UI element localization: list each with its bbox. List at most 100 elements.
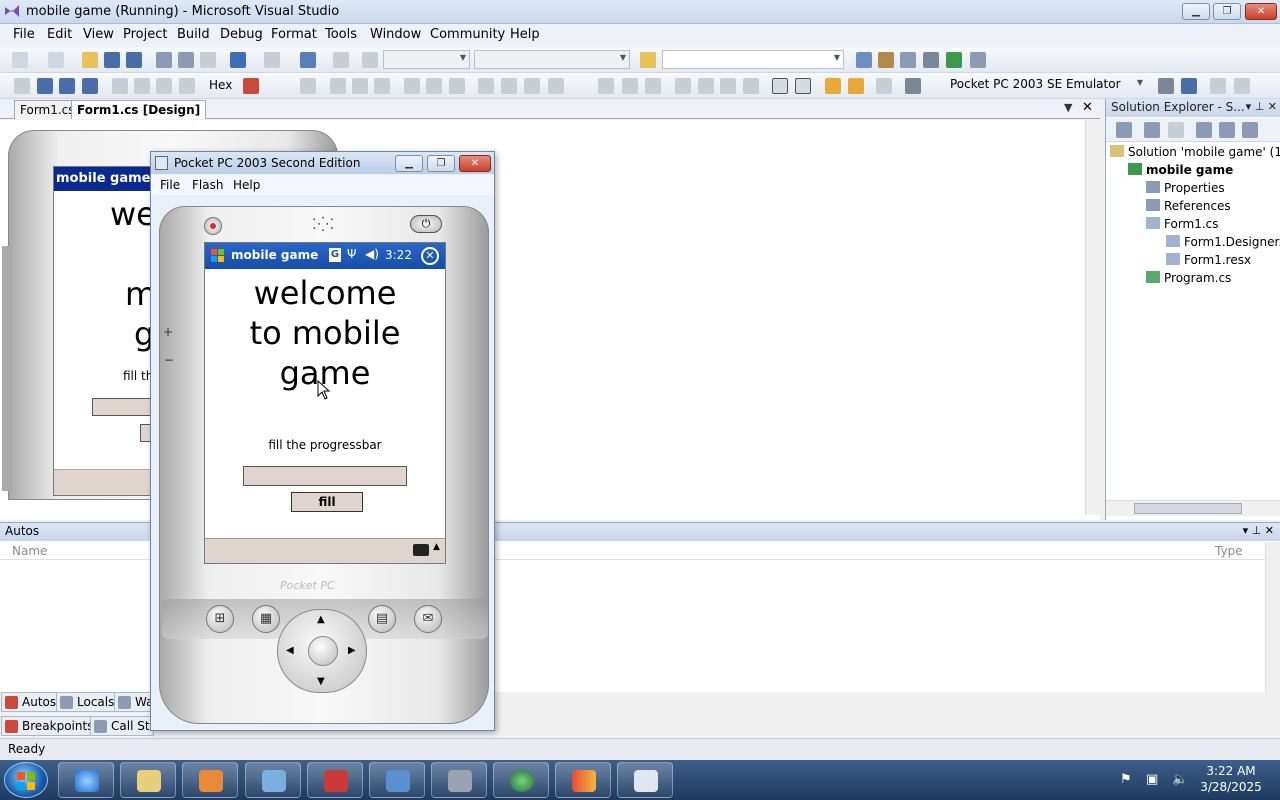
hw-contacts-button[interactable]: ▤ xyxy=(368,605,396,633)
tree-project[interactable]: mobile game xyxy=(1128,163,1233,177)
menu-help[interactable]: Help xyxy=(510,27,540,42)
tree-program-cs[interactable]: Program.cs xyxy=(1146,271,1231,285)
configuration-combo[interactable]: ▼ xyxy=(383,50,470,69)
paste-icon[interactable] xyxy=(200,52,216,68)
find-in-files-icon[interactable] xyxy=(640,52,656,68)
doc-dropdown-icon[interactable]: ▼ xyxy=(1064,101,1072,114)
hw-calendar-button[interactable]: ▦ xyxy=(252,605,280,633)
menu-file[interactable]: File xyxy=(13,27,35,42)
hw-mail-button[interactable]: ✉ xyxy=(414,605,442,633)
emulator-minimize-button[interactable]: ▁ xyxy=(395,155,423,172)
open-icon[interactable] xyxy=(82,52,98,68)
volume-icon[interactable]: 🔈 xyxy=(1172,772,1188,787)
signal-icon[interactable]: Ψ xyxy=(347,247,356,261)
toolbox-icon[interactable] xyxy=(923,52,939,68)
remove-vspacing-icon[interactable] xyxy=(743,78,759,94)
decrease-spacing-icon[interactable] xyxy=(645,78,661,94)
stop-icon[interactable] xyxy=(59,78,75,94)
properties-toolbar-icon[interactable] xyxy=(1116,122,1132,138)
taskbar-vs[interactable] xyxy=(555,762,611,798)
network-tray-icon[interactable]: ▣ xyxy=(1146,772,1158,787)
align-centers-icon[interactable] xyxy=(352,78,368,94)
breakpoints-icon[interactable] xyxy=(243,78,259,94)
tree-form1-resx[interactable]: Form1.resx xyxy=(1166,253,1251,267)
step-into-icon[interactable] xyxy=(134,78,150,94)
emulator-menu-help[interactable]: Help xyxy=(233,178,260,192)
cut-icon[interactable] xyxy=(156,52,172,68)
tree-properties[interactable]: Properties xyxy=(1146,181,1225,195)
align-rights-icon[interactable] xyxy=(374,78,390,94)
target-device-combo[interactable]: Pocket PC 2003 SE Emulator ▼ xyxy=(946,76,1146,95)
make-same-height-icon[interactable] xyxy=(501,78,517,94)
send-to-back-icon[interactable] xyxy=(848,78,864,94)
start-debug-icon[interactable] xyxy=(362,52,378,68)
device-time[interactable]: 3:22 xyxy=(385,248,412,262)
windows-start-icon[interactable] xyxy=(209,247,227,265)
power-button[interactable]: ⏻ xyxy=(410,215,442,233)
input-panel-arrow-icon[interactable]: ▲ xyxy=(433,542,440,552)
emulator-close-button[interactable]: ✕ xyxy=(459,155,491,172)
taskbar-tools[interactable] xyxy=(431,762,487,798)
tab-form1-design[interactable]: Form1.cs [Design] xyxy=(71,100,207,119)
menu-tools[interactable]: Tools xyxy=(325,27,357,42)
tab-breakpoints[interactable]: Breakpoints xyxy=(1,716,99,736)
tree-form1-cs[interactable]: Form1.cs xyxy=(1146,217,1219,231)
add-item-icon[interactable] xyxy=(48,52,64,68)
taskbar-computer[interactable] xyxy=(245,762,301,798)
dpad-up-icon[interactable]: ▲ xyxy=(317,614,325,625)
taskbar-explorer[interactable] xyxy=(120,762,176,798)
platform-combo[interactable]: ▼ xyxy=(474,50,630,69)
solution-explorer-hscroll[interactable] xyxy=(1106,500,1280,516)
autos-close-icon[interactable]: ▾ ⊥ ✕ xyxy=(1243,524,1274,537)
taskbar-ie[interactable] xyxy=(58,762,114,798)
tree-form1-designer[interactable]: Form1.Designer.cs xyxy=(1166,235,1280,249)
copy-icon[interactable] xyxy=(178,52,194,68)
emulator-menu-flash[interactable]: Flash xyxy=(192,178,223,192)
taskbar-toolbox[interactable] xyxy=(307,762,363,798)
minimize-button[interactable]: ▁ xyxy=(1182,3,1210,20)
dpad-center-button[interactable] xyxy=(308,636,338,666)
dpad-down-icon[interactable]: ▼ xyxy=(317,676,325,687)
emulator-maximize-button[interactable]: ❐ xyxy=(427,155,455,172)
app-close-icon[interactable]: ✕ xyxy=(421,247,439,265)
format-right-icon[interactable] xyxy=(1234,78,1250,94)
hex-toggle[interactable]: Hex xyxy=(209,78,232,92)
continue-icon[interactable] xyxy=(14,78,30,94)
show-next-statement-icon[interactable] xyxy=(112,78,128,94)
refresh-icon[interactable] xyxy=(1168,122,1184,138)
taskbar-network[interactable] xyxy=(369,762,425,798)
redo-icon[interactable] xyxy=(264,52,280,68)
menu-community[interactable]: Community xyxy=(430,27,505,42)
properties-icon[interactable] xyxy=(878,52,894,68)
step-out-icon[interactable] xyxy=(179,78,195,94)
command-window-icon[interactable] xyxy=(970,52,986,68)
col-type[interactable]: Type xyxy=(1215,544,1243,558)
close-panel-icon[interactable]: ▾ ⊥ ✕ xyxy=(1246,100,1277,113)
restore-button[interactable]: ❐ xyxy=(1213,3,1241,20)
find-combo[interactable]: ▼ xyxy=(662,50,844,69)
nav-forward-icon[interactable] xyxy=(333,52,349,68)
menu-project[interactable]: Project xyxy=(123,27,167,42)
make-same-size-icon[interactable] xyxy=(524,78,540,94)
zoom-out-icon[interactable]: − xyxy=(164,353,174,367)
lock-controls-icon[interactable] xyxy=(905,78,921,94)
flag-icon[interactable]: ⚑ xyxy=(1120,772,1132,787)
show-all-files-icon[interactable] xyxy=(1144,122,1160,138)
dpad-right-icon[interactable]: ▶ xyxy=(348,645,356,656)
step-over-icon[interactable] xyxy=(156,78,172,94)
zoom-in-icon[interactable]: + xyxy=(163,325,173,339)
start-button[interactable] xyxy=(4,762,48,798)
keyboard-icon[interactable] xyxy=(413,544,429,556)
tab-watch[interactable]: Wa xyxy=(114,692,154,712)
close-button[interactable]: ✕ xyxy=(1245,3,1277,20)
start-page-icon[interactable] xyxy=(946,52,962,68)
record-button[interactable] xyxy=(204,217,222,235)
decrease-vspacing-icon[interactable] xyxy=(720,78,736,94)
bring-to-front-icon[interactable] xyxy=(825,78,841,94)
horizontal-spacing-icon[interactable] xyxy=(598,78,614,94)
emulator-menu-file[interactable]: File xyxy=(160,178,180,192)
increase-vspacing-icon[interactable] xyxy=(698,78,714,94)
vertical-spacing-icon[interactable] xyxy=(675,78,691,94)
menu-view[interactable]: View xyxy=(83,27,114,42)
view-code-icon[interactable] xyxy=(1196,122,1212,138)
